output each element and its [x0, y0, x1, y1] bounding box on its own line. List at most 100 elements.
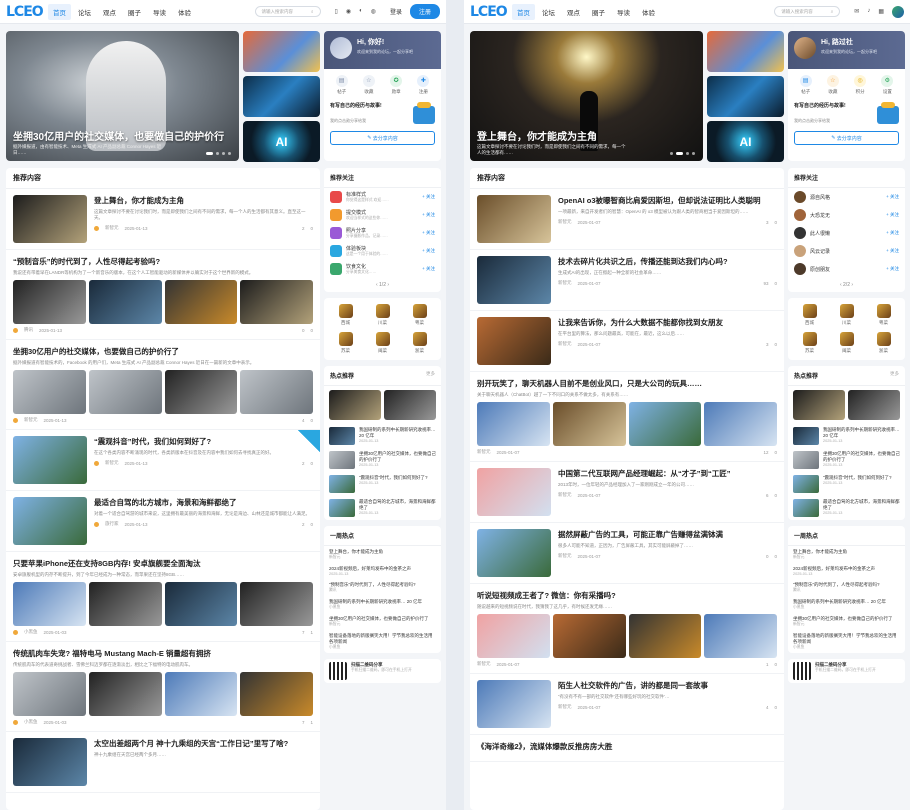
weibo-icon[interactable]: ◉: [346, 8, 351, 15]
gallery-image[interactable]: [88, 280, 162, 324]
login-link[interactable]: 登录: [390, 7, 402, 16]
post-thumbnail[interactable]: [477, 680, 551, 728]
gallery-image[interactable]: [704, 402, 777, 446]
follow-item[interactable]: 此人很懒 + 关注: [788, 224, 905, 242]
search-input[interactable]: 请输入搜索内容 ⌕: [774, 6, 841, 17]
week-item[interactable]: 登上舞台，你才能成为主角 新智元: [788, 546, 905, 563]
week-item[interactable]: 登上舞台，你才能成为主角 新智元: [324, 546, 441, 563]
gallery-image[interactable]: [240, 582, 313, 626]
nav-forum[interactable]: 论坛: [73, 4, 96, 20]
gallery-image[interactable]: [164, 280, 238, 324]
post-author[interactable]: 旅行家: [105, 521, 119, 527]
shortcut-favorites[interactable]: ☆ 收藏: [362, 75, 375, 95]
nav-experience[interactable]: 体验: [173, 4, 196, 20]
slider-dot[interactable]: [692, 152, 695, 155]
nav-home[interactable]: 首页: [48, 3, 71, 20]
follow-button[interactable]: + 关注: [886, 194, 899, 200]
hot-item[interactable]: “震观抖音”时代，我们如何到好了? 2025-01-13: [324, 472, 441, 496]
nav-guide[interactable]: 导读: [148, 4, 171, 20]
nav-home[interactable]: 首页: [512, 3, 535, 20]
post-author[interactable]: 新智元: [24, 417, 38, 423]
medal-item[interactable]: 西城: [792, 304, 827, 326]
hot-image[interactable]: [793, 390, 845, 420]
follow-button[interactable]: + 关注: [886, 248, 899, 254]
post-title[interactable]: 《海洋奇缘2》，流媒体爆款反推房房大胜: [477, 741, 777, 752]
hot-text[interactable]: 坐拥30亿用户的社交媒体，也要做自己的护价行了: [359, 451, 436, 463]
follow-item[interactable]: 提交模式 欢迎当样式的这些你…… + 关注: [324, 206, 441, 224]
gallery-image[interactable]: [88, 582, 162, 626]
gallery-image[interactable]: [13, 370, 86, 414]
post-item[interactable]: 登上舞台，你才能成为主角 这篇文章探讨不要在讨论我们时，而是即使我们之间有不同的…: [6, 189, 320, 250]
search-icon[interactable]: ⌕: [311, 9, 314, 14]
post-item[interactable]: 最适合自驾的北方城市，海景和海鲜都绝了 对着一个适合自驾游的城市来说，这里拥有最…: [6, 491, 320, 552]
thumb-tech[interactable]: [243, 76, 320, 117]
hot-thumb[interactable]: [793, 451, 819, 469]
shortcut-posts[interactable]: ▤ 帖子: [335, 75, 348, 95]
post-title[interactable]: 只要苹果iPhone还在支持8GB内存! 安卓旗舰要全面淘汰: [13, 558, 313, 569]
wechat-icon[interactable]: ◐: [359, 8, 363, 15]
shortcut-favorites[interactable]: ☆ 收藏: [826, 75, 839, 95]
hot-text[interactable]: 最适合自驾的北方城市，海景和海鲜都绝了: [359, 499, 436, 511]
week-item[interactable]: 2024新视频后，好莱坞发布中的金茶之声 2025-01-13: [788, 563, 905, 579]
hot-item[interactable]: “震观抖音”时代，我们如何到好了? 2025-01-13: [788, 472, 905, 496]
shortcut-register[interactable]: ✚ 注册: [417, 75, 430, 95]
hero-title[interactable]: 坐拥30亿用户的社交媒体，也要做自己的护价行: [13, 128, 224, 143]
hot-image[interactable]: [384, 390, 436, 420]
slider-dot[interactable]: [228, 152, 231, 155]
nav-views[interactable]: 观点: [98, 4, 121, 20]
shortcut-points[interactable]: ◎ 积分: [854, 75, 867, 95]
site-logo[interactable]: LCEO: [6, 4, 44, 20]
gallery-image[interactable]: [552, 402, 626, 446]
week-text[interactable]: “预制音乐”的时代到了，人性尽得起考验吗?: [793, 582, 880, 588]
post-title[interactable]: 听说短视频成王者了? 微信：你有采播吗?: [477, 590, 777, 601]
post-item[interactable]: 听说短视频成王者了? 微信：你有采播吗? 随说越来的短视频说在时代，我猜我了这几…: [470, 584, 784, 674]
hot-item[interactable]: 我国研制的系列中长期新研究收视率… 20 亿年 2025-01-13: [788, 424, 905, 448]
hot-item[interactable]: 最适合自驾的北方城市，海景和海鲜都绝了 2025-01-13: [324, 496, 441, 520]
follow-pager[interactable]: ‹ 1/2 ›: [324, 278, 441, 292]
share-content-button[interactable]: ✎ 去分享内容: [330, 131, 435, 145]
post-author[interactable]: 新智元: [558, 341, 572, 347]
gallery-image[interactable]: [164, 672, 238, 716]
post-title[interactable]: 坐拥30亿用户的社交媒体，也要做自己的护价行了: [13, 346, 313, 357]
avatar[interactable]: [330, 37, 352, 59]
gallery-image[interactable]: [240, 672, 313, 716]
follow-pager[interactable]: ‹ 2/2 ›: [788, 278, 905, 292]
post-item[interactable]: OpenAI o3被曝智商比肩爱因斯坦，但却说法证明比人类聪明 一项最新，来自开…: [470, 189, 784, 250]
slider-dot[interactable]: [222, 152, 225, 155]
medal-item[interactable]: 浙菜: [866, 332, 901, 354]
nav-forum[interactable]: 论坛: [537, 4, 560, 20]
post-title[interactable]: 技术去碎片化共识之后，传播还能到达我们内心吗?: [558, 256, 777, 267]
slider-dot[interactable]: [676, 152, 683, 155]
follow-button[interactable]: + 关注: [422, 230, 435, 236]
post-item[interactable]: 传统肌肉车失宠? 福特电马 Mustang Mach-E 销量超有拥挤 传统肌肉…: [6, 642, 320, 732]
post-author[interactable]: 新智元: [558, 553, 572, 559]
thumb-robot[interactable]: [243, 31, 320, 72]
week-text[interactable]: 我国研制的系列中长期新研究收视率… 20 亿年: [329, 599, 422, 605]
post-title[interactable]: 别开玩笑了，聊天机器人目前不是创业风口，只是大公司的玩具……: [477, 378, 777, 389]
week-text[interactable]: “预制音乐”的时代到了，人性尽得起考验吗?: [329, 582, 416, 588]
post-title[interactable]: 传统肌肉车失宠? 福特电马 Mustang Mach-E 销量超有拥挤: [13, 648, 313, 659]
hot-thumb[interactable]: [329, 499, 355, 517]
shortcut-posts[interactable]: ▤ 帖子: [799, 75, 812, 95]
gallery-image[interactable]: [164, 582, 238, 626]
thumb-tech[interactable]: [707, 76, 784, 117]
slider-dot[interactable]: [670, 152, 673, 155]
gallery-image[interactable]: [240, 280, 313, 324]
week-item[interactable]: “预制音乐”的时代到了，人性尽得起考验吗? 腾讯: [788, 579, 905, 596]
follow-button[interactable]: + 关注: [422, 212, 435, 218]
post-thumbnail[interactable]: [477, 317, 551, 365]
post-thumbnail[interactable]: [477, 529, 551, 577]
hot-text[interactable]: 坐拥30亿用户的社交媒体，也要做自己的护价行了: [823, 451, 900, 463]
gallery-image[interactable]: [13, 280, 86, 324]
week-item[interactable]: 坐拥30亿用户的社交媒体，也要做自己的护价行了 新智元: [324, 613, 441, 630]
follow-item[interactable]: 标准样式 你觉得这是样式 欢迎…… + 关注: [324, 188, 441, 206]
gallery-image[interactable]: [552, 614, 626, 658]
slider-dot[interactable]: [686, 152, 689, 155]
follow-name[interactable]: 原创朋友: [810, 266, 830, 273]
hot-text[interactable]: 我国研制的系列中长期新研究收视率… 20 亿年: [359, 427, 436, 439]
follow-name[interactable]: 照片分享: [346, 227, 388, 234]
nav-circle[interactable]: 圈子: [587, 4, 610, 20]
hot-thumb[interactable]: [793, 427, 819, 445]
follow-name[interactable]: 此人很懒: [810, 230, 830, 237]
post-author[interactable]: 新智元: [105, 225, 119, 231]
